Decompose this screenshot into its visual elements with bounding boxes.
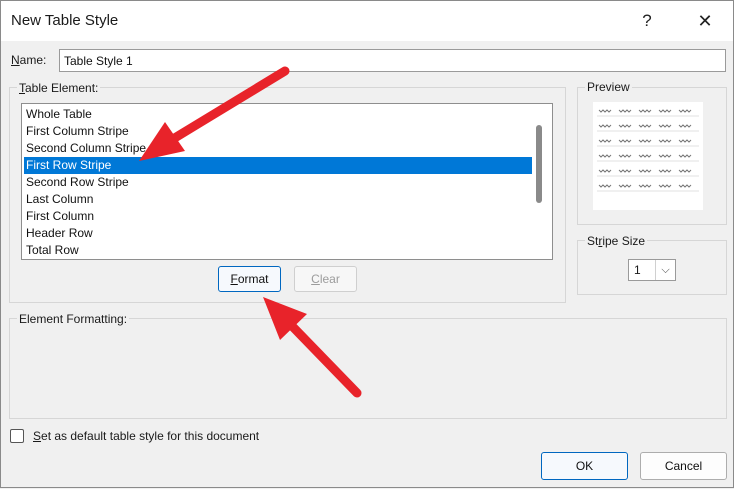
preview-cell-mark — [678, 139, 692, 143]
preview-area — [593, 102, 703, 210]
element-formatting-group — [9, 318, 727, 419]
preview-cell-mark — [638, 169, 652, 173]
help-button[interactable]: ? — [627, 5, 667, 37]
list-item[interactable]: Whole Table — [24, 106, 532, 123]
preview-cell-mark — [638, 109, 652, 113]
list-item[interactable]: Last Column — [24, 191, 532, 208]
default-style-label-accesskey: S — [33, 429, 42, 443]
preview-cell-mark — [658, 124, 672, 128]
name-label-text: ame: — [19, 53, 47, 67]
list-item[interactable]: First Column Stripe — [24, 123, 532, 140]
format-button[interactable]: Format — [218, 266, 281, 292]
preview-cell-mark — [678, 124, 692, 128]
format-button-text: ormat — [237, 272, 269, 286]
close-button[interactable]: ✕ — [683, 5, 727, 37]
clear-button[interactable]: Clear — [294, 266, 357, 292]
preview-cell-mark — [658, 184, 672, 188]
preview-cell-mark — [658, 169, 672, 173]
name-input[interactable] — [59, 49, 726, 72]
table-element-label: Table Element: — [17, 81, 101, 95]
clear-button-text: lear — [319, 272, 340, 286]
preview-cell-mark — [598, 154, 612, 158]
format-button-accesskey: F — [230, 272, 238, 286]
stripe-size-label-post: ipe Size — [602, 234, 646, 248]
name-label-accesskey: N — [11, 53, 20, 67]
preview-cell-mark — [618, 184, 632, 188]
preview-cell-mark — [598, 124, 612, 128]
list-item[interactable]: Second Column Stripe — [24, 140, 532, 157]
default-style-label-text: et as default table style for this docum… — [41, 429, 260, 443]
preview-cell-mark — [678, 169, 692, 173]
preview-cell-mark — [598, 169, 612, 173]
preview-cell-mark — [638, 184, 652, 188]
preview-cell-mark — [638, 139, 652, 143]
chevron-down-icon[interactable]: ⌵ — [655, 260, 675, 280]
new-table-style-dialog: New Table Style ? ✕ Name: Table Element:… — [0, 0, 734, 488]
preview-label: Preview — [585, 80, 632, 94]
preview-cell-mark — [598, 109, 612, 113]
preview-grid-graphic — [597, 109, 699, 192]
table-element-label-text: able Element: — [25, 81, 99, 95]
preview-cell-mark — [618, 169, 632, 173]
list-item[interactable]: Total Row — [24, 242, 532, 259]
stripe-size-label: Stripe Size — [585, 234, 648, 248]
list-item[interactable]: First Column — [24, 208, 532, 225]
preview-cell-mark — [658, 109, 672, 113]
stripe-size-label-pre: St — [587, 234, 599, 248]
preview-cell-mark — [598, 139, 612, 143]
listbox-scroll-thumb[interactable] — [536, 125, 542, 203]
stripe-size-value: 1 — [634, 263, 641, 277]
table-element-listbox[interactable]: Whole Table First Column Stripe Second Col… — [21, 103, 553, 260]
preview-cell-mark — [638, 154, 652, 158]
clear-button-accesskey: C — [311, 272, 320, 286]
name-label: Name: — [11, 53, 46, 67]
preview-cell-mark — [618, 139, 632, 143]
preview-cell-mark — [678, 154, 692, 158]
list-item[interactable]: Second Row Stripe — [24, 174, 532, 191]
default-style-checkbox[interactable] — [10, 429, 24, 443]
preview-cell-mark — [598, 184, 612, 188]
default-style-checkbox-label[interactable]: Set as default table style for this docu… — [33, 429, 259, 443]
list-item[interactable]: Header Row — [24, 225, 532, 242]
title-bar: New Table Style ? ✕ — [1, 1, 733, 41]
list-item[interactable]: First Row Stripe — [24, 157, 532, 174]
ok-button[interactable]: OK — [541, 452, 628, 480]
preview-cell-mark — [658, 154, 672, 158]
window-title: New Table Style — [11, 12, 119, 29]
preview-cell-mark — [618, 154, 632, 158]
preview-cell-mark — [678, 109, 692, 113]
preview-cell-mark — [678, 184, 692, 188]
preview-cell-mark — [638, 124, 652, 128]
cancel-button[interactable]: Cancel — [640, 452, 727, 480]
preview-cell-mark — [618, 124, 632, 128]
preview-cell-mark — [658, 139, 672, 143]
element-formatting-label: Element Formatting: — [17, 312, 130, 326]
stripe-size-select[interactable]: 1 ⌵ — [628, 259, 676, 281]
preview-cell-mark — [618, 109, 632, 113]
